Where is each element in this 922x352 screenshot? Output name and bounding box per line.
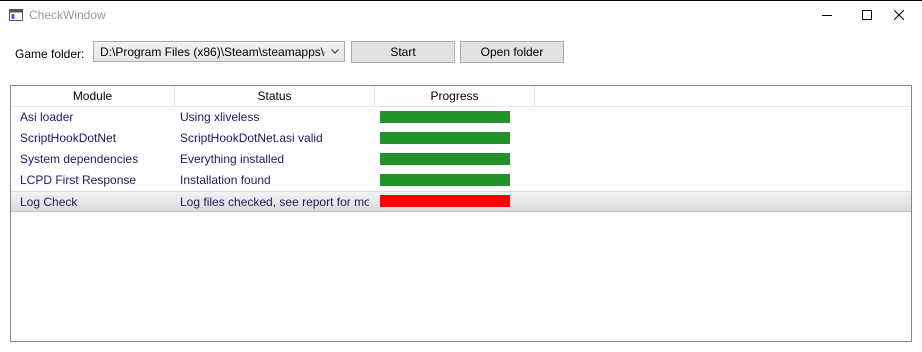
module-list[interactable]: Module Status Progress Asi loader Using … <box>10 85 912 342</box>
chevron-down-icon <box>331 49 339 54</box>
column-header-status[interactable]: Status <box>175 86 375 106</box>
table-row-selected[interactable]: Log Check Log files checked, see report … <box>11 191 911 212</box>
game-folder-label: Game folder: <box>15 47 85 61</box>
column-header-progress[interactable]: Progress <box>375 86 535 106</box>
title-bar[interactable]: CheckWindow <box>0 1 922 29</box>
progress-fill <box>380 111 510 123</box>
module-cell: ScriptHookDotNet <box>20 131 117 145</box>
status-cell: Using xliveless <box>180 110 260 124</box>
app-window-icon <box>9 9 23 21</box>
maximize-icon <box>862 10 872 20</box>
table-row[interactable]: LCPD First Response Installation found <box>11 170 911 191</box>
module-cell: System dependencies <box>20 152 139 166</box>
table-row[interactable]: ScriptHookDotNet ScriptHookDotNet.asi va… <box>11 128 911 149</box>
module-cell: Asi loader <box>20 110 74 124</box>
list-header: Module Status Progress <box>11 86 911 107</box>
game-folder-value: D:\Program Files (x86)\Steam\steamapps\c <box>100 45 325 59</box>
minimize-icon <box>822 15 832 16</box>
progress-fill <box>380 195 510 207</box>
open-folder-button[interactable]: Open folder <box>460 41 564 63</box>
module-cell: LCPD First Response <box>20 173 137 187</box>
window-title: CheckWindow <box>29 8 106 22</box>
game-folder-dropdown[interactable]: D:\Program Files (x86)\Steam\steamapps\c <box>93 41 345 62</box>
progress-bar <box>380 174 510 186</box>
status-cell: Log files checked, see report for mo <box>180 195 369 209</box>
progress-bar <box>380 195 510 207</box>
progress-fill <box>380 153 510 165</box>
progress-bar <box>380 132 510 144</box>
status-cell: Installation found <box>180 173 271 187</box>
table-row[interactable]: System dependencies Everything installed <box>11 149 911 170</box>
close-icon <box>894 10 904 20</box>
progress-bar <box>380 111 510 123</box>
progress-fill <box>380 174 510 186</box>
status-cell: Everything installed <box>180 152 285 166</box>
status-cell: ScriptHookDotNet.asi valid <box>180 131 323 145</box>
progress-bar <box>380 153 510 165</box>
close-button[interactable] <box>876 1 922 29</box>
column-header-module[interactable]: Module <box>11 86 175 106</box>
start-button[interactable]: Start <box>351 41 455 63</box>
table-row[interactable]: Asi loader Using xliveless <box>11 107 911 128</box>
module-cell: Log Check <box>20 195 78 209</box>
progress-fill <box>380 132 510 144</box>
